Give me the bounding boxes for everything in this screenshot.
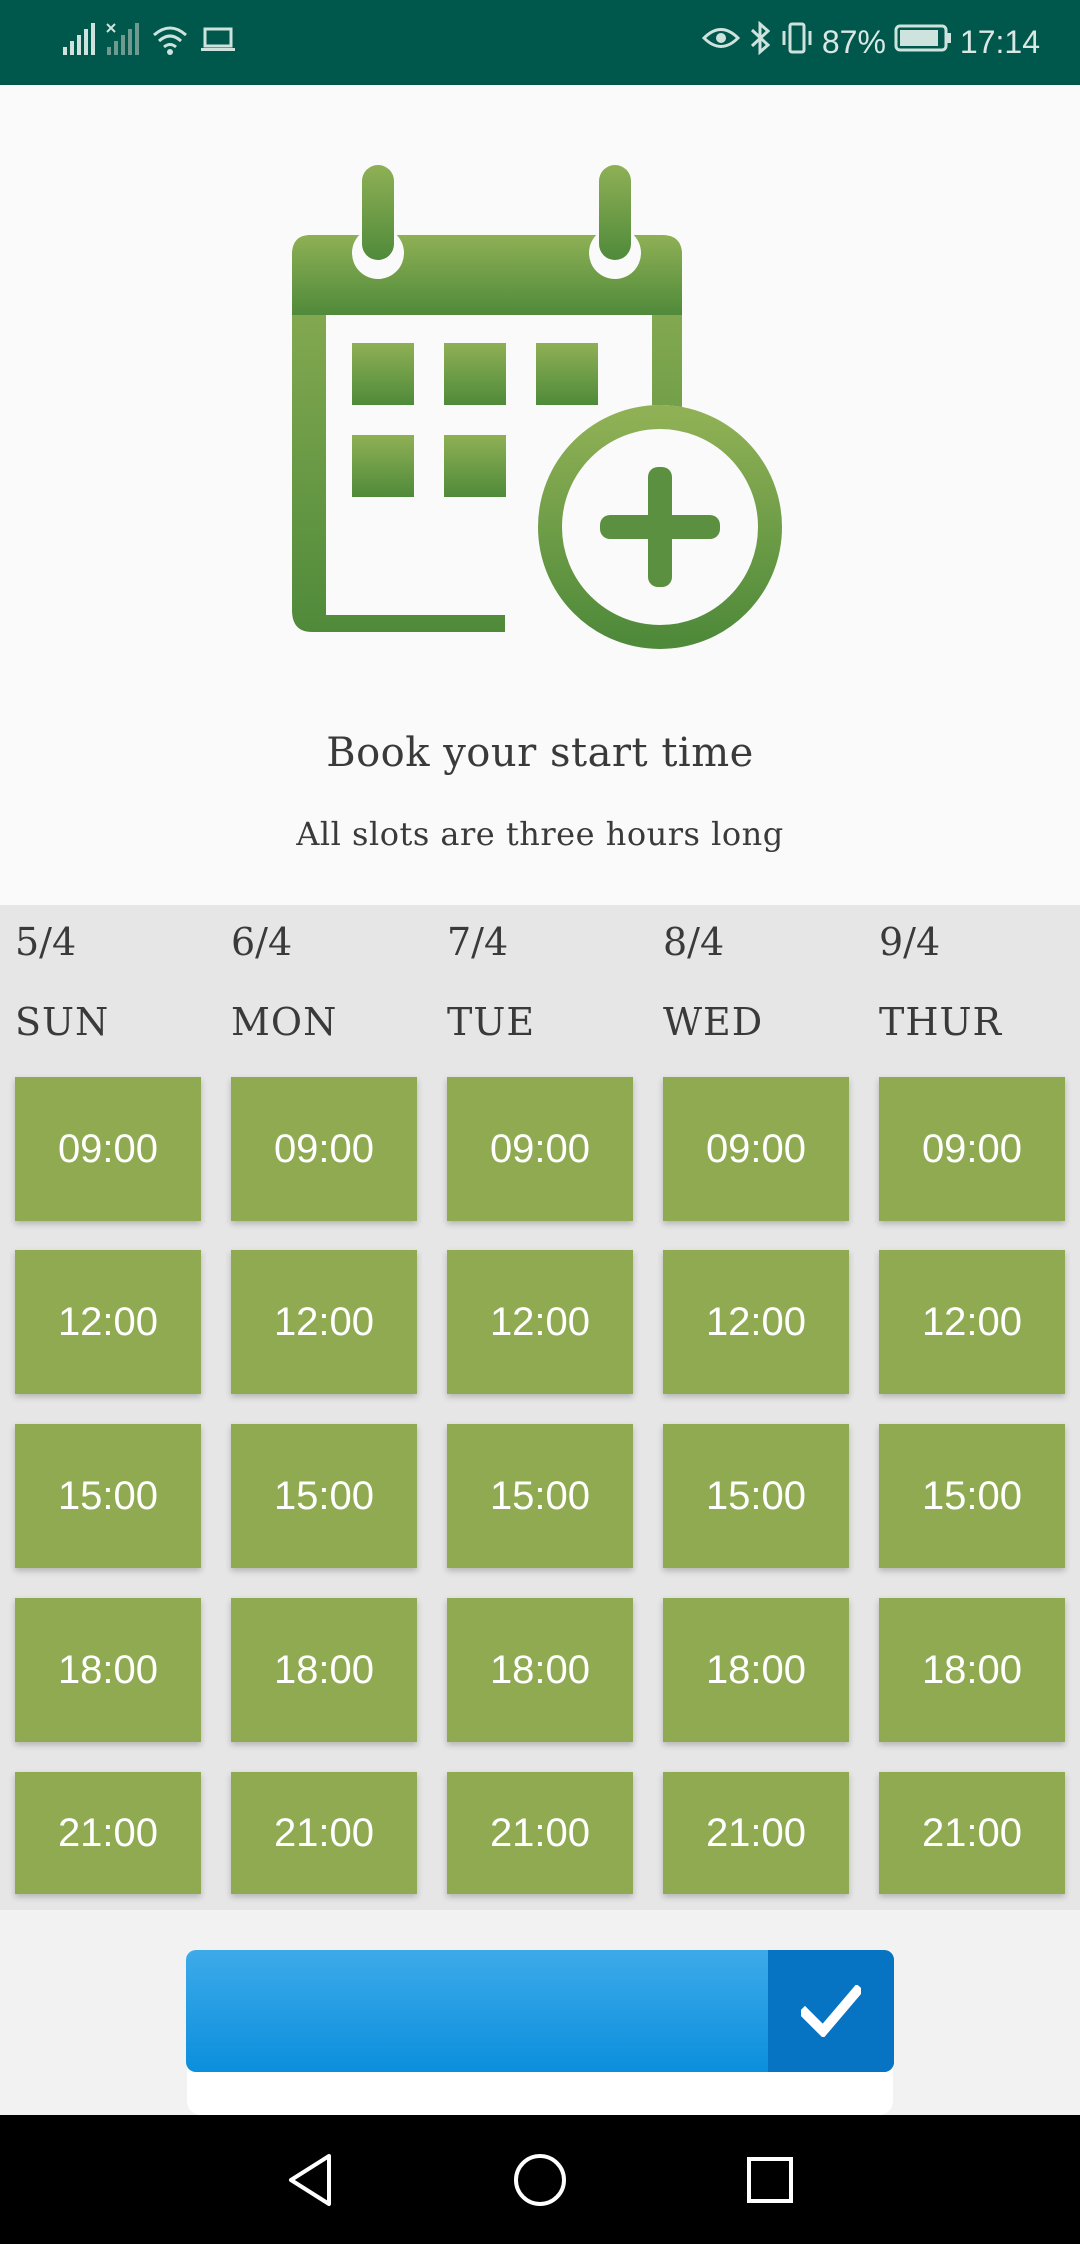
signal-icon [62,22,96,62]
time-slot-button[interactable]: 18:00 [663,1598,849,1742]
time-slot-button[interactable]: 18:00 [15,1598,201,1742]
time-slot-button[interactable]: 12:00 [447,1250,633,1394]
bluetooth-icon [748,20,772,63]
laptop-icon [200,25,236,60]
time-slot-button[interactable]: 09:00 [663,1077,849,1221]
time-slot-button[interactable]: 09:00 [231,1077,417,1221]
time-slot-button[interactable]: 15:00 [231,1424,417,1568]
battery-icon [894,23,952,61]
day-date: 8/4 [663,920,725,964]
check-icon[interactable] [768,1950,894,2072]
day-name: WED [663,1000,764,1044]
page-title: Book your start time [326,730,754,776]
time-slot-button[interactable]: 18:00 [231,1598,417,1742]
time-slot-button[interactable]: 18:00 [447,1598,633,1742]
clock-time: 17:14 [959,23,1040,60]
time-slot-button[interactable]: 15:00 [15,1424,201,1568]
time-slot-button[interactable]: 12:00 [15,1250,201,1394]
time-slot-button[interactable]: 09:00 [15,1077,201,1221]
back-icon[interactable] [275,2145,345,2215]
day-name: THUR [879,1000,1003,1044]
time-slot-button[interactable]: 18:00 [879,1598,1065,1742]
day-date: 6/4 [231,920,293,964]
time-slot-button[interactable]: 12:00 [663,1250,849,1394]
time-slot-button[interactable]: 15:00 [447,1424,633,1568]
time-slot-button[interactable]: 15:00 [663,1424,849,1568]
status-left [62,20,236,64]
battery-percent: 87% [821,23,886,60]
time-slot-button[interactable]: 12:00 [879,1250,1065,1394]
time-slot-button[interactable]: 21:00 [15,1772,201,1894]
time-slot-button[interactable]: 21:00 [879,1772,1065,1894]
day-date: 7/4 [447,920,509,964]
time-slot-button[interactable]: 12:00 [231,1250,417,1394]
vibrate-icon [780,21,814,63]
recents-icon[interactable] [735,2145,805,2215]
time-slot-button[interactable]: 21:00 [231,1772,417,1894]
header-section: Book your start time All slots are three… [0,85,1080,905]
time-slot-button[interactable]: 21:00 [447,1772,633,1894]
time-slot-button[interactable]: 15:00 [879,1424,1065,1568]
signal-no-sim-icon [106,22,140,62]
status-right: 87% 17:14 [701,20,1040,64]
time-slot-button[interactable]: 09:00 [447,1077,633,1221]
day-date: 9/4 [879,920,941,964]
bottom-action-area [0,1910,1080,2115]
day-name: SUN [15,1000,110,1044]
eye-icon [701,23,740,61]
day-name: MON [231,1000,338,1044]
time-slot-button[interactable]: 09:00 [879,1077,1065,1221]
system-nav-bar [0,2115,1080,2244]
time-slot-grid: 5/4 SUN 09:00 12:00 15:00 18:00 21:00 6/… [0,905,1080,1910]
status-bar: 87% 17:14 [0,0,1080,85]
day-name: TUE [447,1000,536,1044]
calendar-add-icon [292,165,782,649]
time-slot-button[interactable]: 21:00 [663,1772,849,1894]
day-date: 5/4 [15,920,77,964]
wifi-icon [150,23,190,62]
page-subtitle: All slots are three hours long [296,815,784,853]
confirm-button[interactable] [186,1950,894,2072]
home-icon[interactable] [505,2145,575,2215]
